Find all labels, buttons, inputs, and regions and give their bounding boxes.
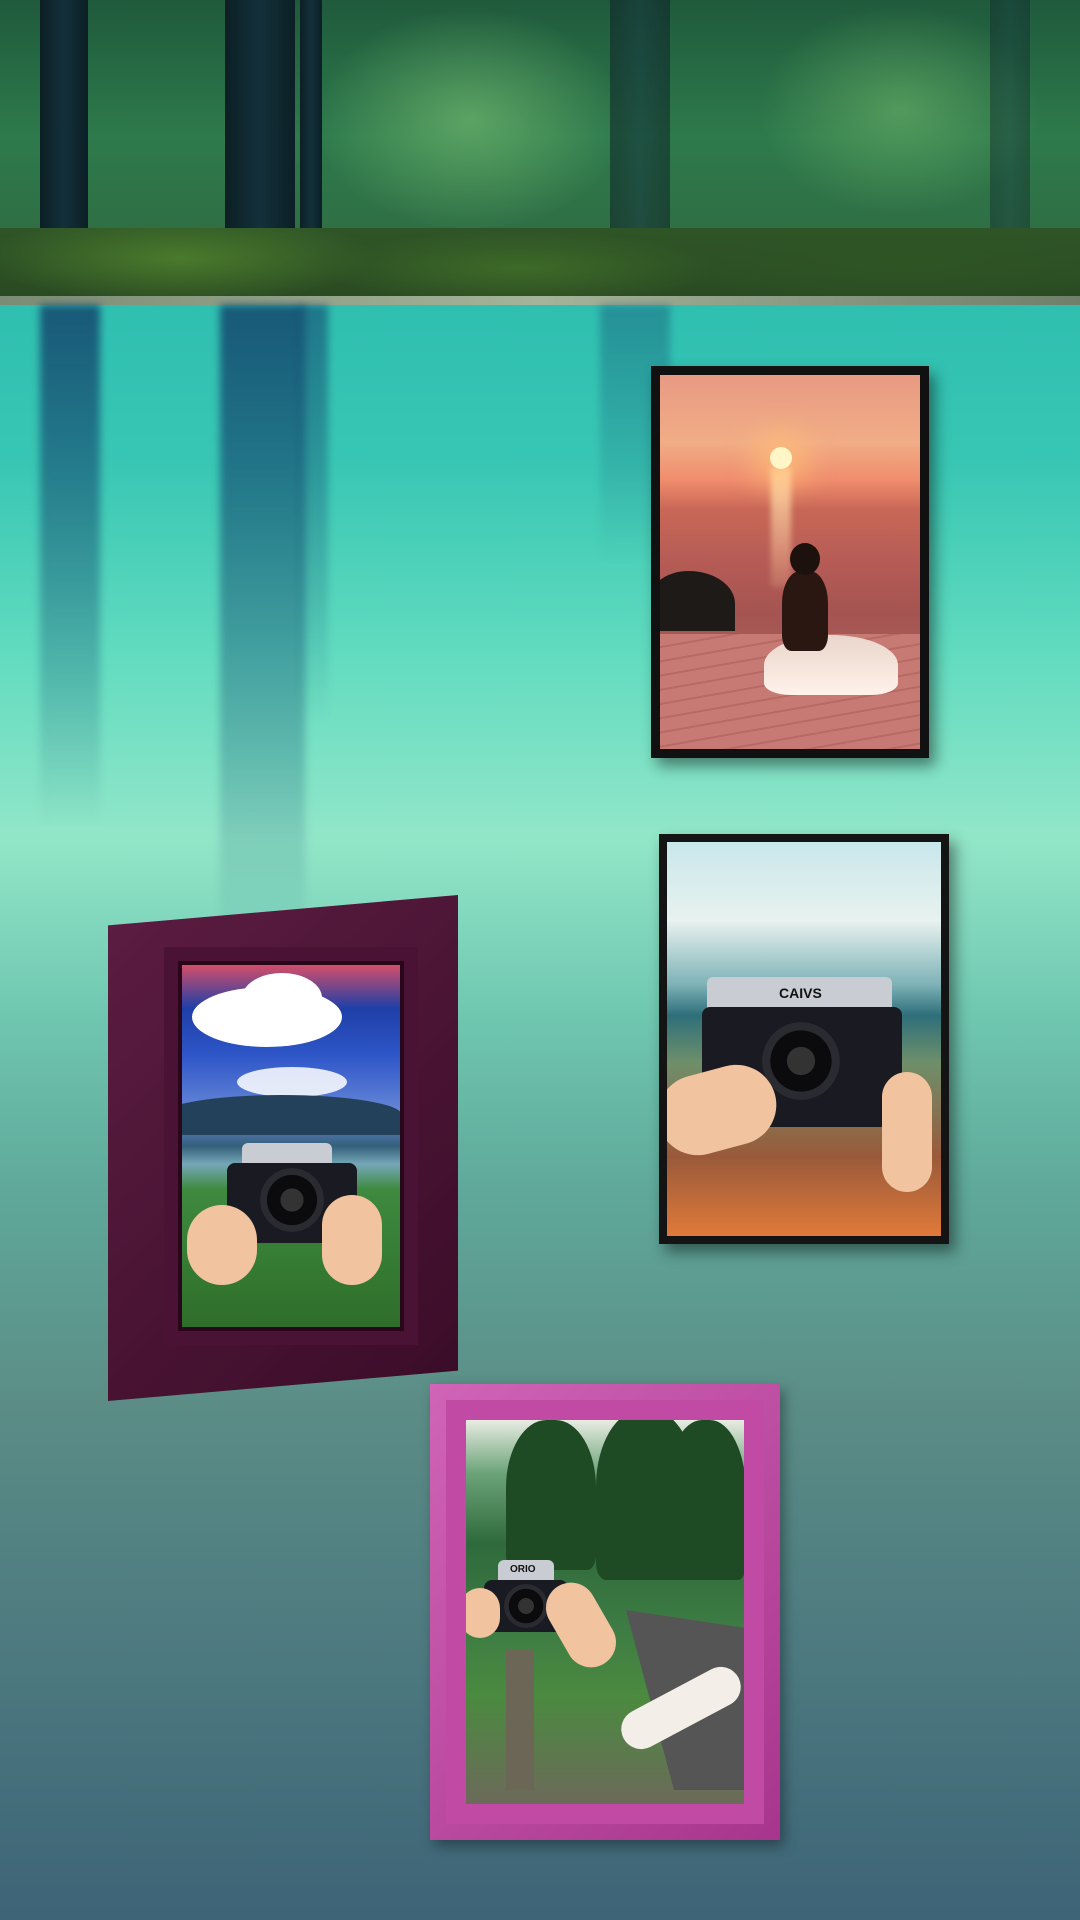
reflection: [300, 305, 328, 725]
cloud: [237, 1067, 347, 1097]
woman-head: [790, 543, 820, 575]
picture-frame-pink[interactable]: ORIO: [430, 1384, 780, 1840]
picture-frame-purple[interactable]: [108, 895, 458, 1401]
tree-trunk: [990, 0, 1030, 240]
road-camera-photo: ORIO: [466, 1420, 744, 1804]
camera-brand-label: CAIVS: [779, 985, 822, 1001]
frame-inner-border: [164, 947, 418, 1345]
right-hand: [322, 1195, 382, 1285]
lake-forest-scene: CAIVS ORIO: [0, 0, 1080, 1920]
camera-brand-label: ORIO: [510, 1564, 536, 1575]
dirt-path: [506, 1650, 534, 1790]
tree: [506, 1420, 596, 1570]
reflection: [220, 305, 305, 945]
hills: [182, 1095, 400, 1135]
tree: [666, 1420, 744, 1580]
left-hand: [466, 1588, 500, 1638]
camera-photo: CAIVS: [667, 842, 941, 1236]
sunset-photo: [660, 375, 920, 749]
sun-reflection: [771, 467, 791, 587]
shoreline-shrubs: [0, 228, 1080, 303]
right-hand: [882, 1072, 932, 1192]
tree-trunk: [300, 0, 322, 240]
tree-trunk: [225, 0, 295, 240]
camera-lens: [504, 1584, 548, 1628]
camera-lens: [762, 1022, 840, 1100]
frame-inner-border: ORIO: [446, 1400, 764, 1824]
tree-trunk: [40, 0, 88, 240]
camera-lens: [260, 1168, 324, 1232]
picture-frame-sunset[interactable]: [651, 366, 929, 758]
picture-frame-camera[interactable]: CAIVS: [659, 834, 949, 1244]
cloud-camera-photo: [182, 965, 400, 1327]
woman-silhouette: [782, 571, 828, 651]
bush: [660, 571, 735, 631]
tree-trunk: [610, 0, 670, 240]
cloud: [242, 973, 322, 1023]
left-hand: [187, 1205, 257, 1285]
sun-icon: [770, 447, 792, 469]
reflection: [40, 305, 100, 825]
